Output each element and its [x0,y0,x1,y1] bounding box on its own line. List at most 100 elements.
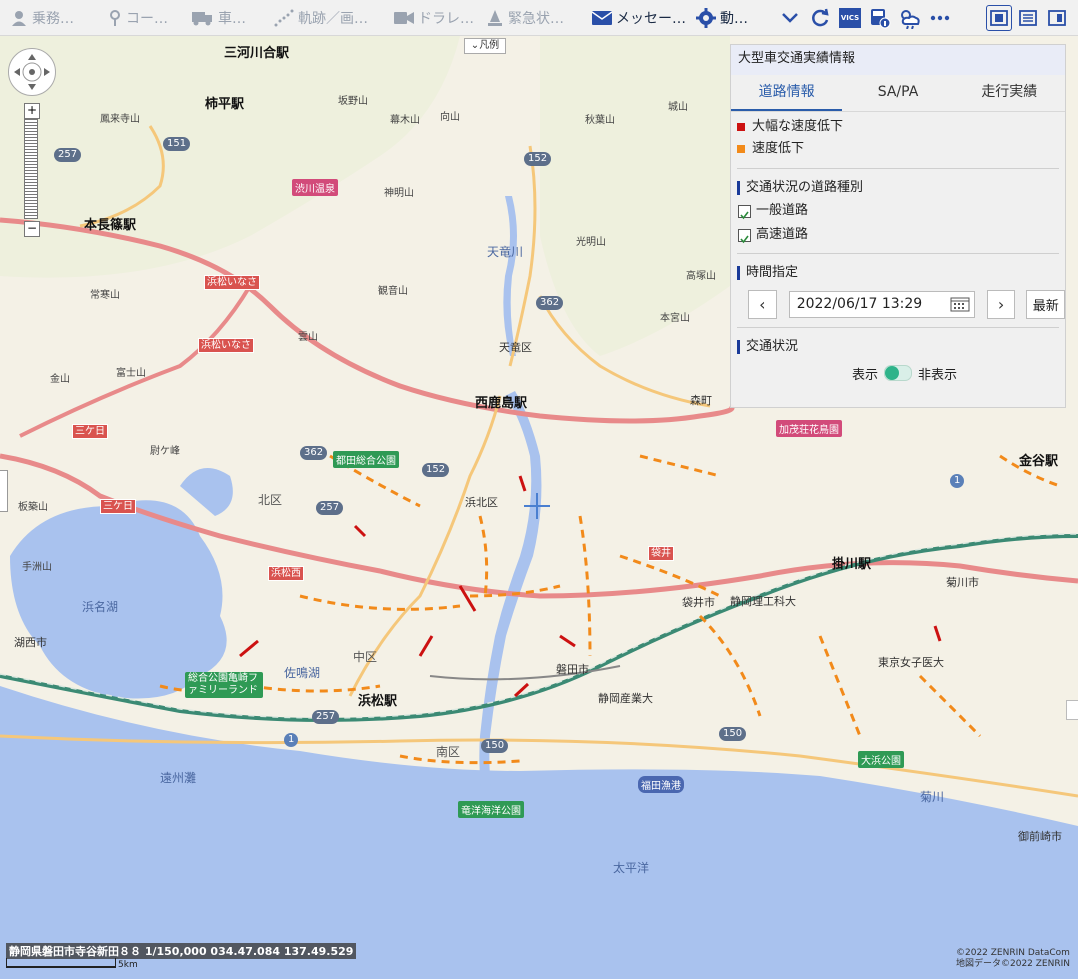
checkbox-expressway[interactable]: 高速道路 [731,223,1065,247]
toolbar-message[interactable]: メッセー… [592,0,686,36]
place-label: 袋井市 [682,596,715,609]
time-controls: ‹ 2022/06/17 13:29 › 最新 [731,287,1066,321]
crosshair-icon [524,493,550,519]
gear-icon [696,8,716,28]
legend-button-label: 凡例 [479,40,500,51]
mountain-label: 神明山 [384,188,414,199]
tab-road-info[interactable]: 道路情報 [731,75,843,111]
checkbox[interactable] [738,204,751,219]
toggle-off-label: 非表示 [917,367,957,383]
water-label: 浜名湖 [82,600,119,614]
calendar-icon[interactable] [950,296,970,312]
toolbar-course[interactable]: コー… [108,0,168,36]
layout-center-icon[interactable] [986,5,1012,31]
copyright: ©2022 ZENRIN DataCom 地図データ©2022 ZENRIN [956,948,1070,970]
facility-label: 竜洋海洋公園 [458,801,524,818]
left-panel-handle[interactable] [0,470,8,512]
vics-icon[interactable]: VICS [838,6,862,30]
water-label: 佐鳴湖 [284,666,321,680]
route-badge: 150 [719,727,747,741]
toolbar-crew[interactable]: 乗務… [10,0,74,36]
video-icon [394,12,414,24]
track-icon [274,9,294,27]
route-badge: 257 [316,501,344,515]
legend-label: 速度低下 [752,141,805,156]
university-label: 静岡産業大 [598,692,653,705]
person-icon [12,11,26,26]
pan-control[interactable] [8,48,56,96]
layout-list-icon[interactable] [1016,6,1040,30]
toolbar-settings[interactable]: 動… [696,0,748,36]
chevron-down-icon: ⌄ [470,40,480,51]
congestion-heavy [239,475,942,698]
traffic-toggle[interactable] [883,365,912,381]
route-badge: 257 [54,148,82,162]
prev-time-button[interactable]: ‹ [748,289,777,319]
place-label: 磐田市 [556,663,589,676]
zoom-in-button[interactable]: + [24,103,40,119]
toolbar-dashcam[interactable]: ドラレ… [394,0,474,36]
traffic-toggle-row: 表示 非表示 [731,358,1065,388]
check-icon [740,211,749,219]
route-badge: 151 [163,137,191,151]
more-icon[interactable] [928,6,952,30]
next-time-button[interactable]: › [986,289,1016,319]
place-label: 手洲山 [22,562,52,573]
mountain-label: 幕木山 [390,115,420,126]
copyright-line: ©2022 ZENRIN DataCom [956,948,1070,958]
place-label: 板築山 [18,502,48,513]
sea-area [0,686,1078,979]
mountain-label: 坂野山 [338,96,368,107]
zoom-slider[interactable] [24,119,38,219]
facility-label: 渋川温泉 [292,179,338,196]
tab-driving-record[interactable]: 走行実績 [954,75,1065,111]
checkbox-label: 一般道路 [756,203,809,218]
toolbar-track[interactable]: 軌跡／画… [274,0,368,36]
station-label: 柿平駅 [205,97,245,112]
traffic-panel: 大型車交通実績情報 道路情報 SA/PA 走行実績 大幅な速度低下 速度低下 交… [730,44,1066,408]
heading-text: 交通状況 [746,339,799,354]
route-badge: 152 [524,152,552,166]
datetime-value: 2022/06/17 13:29 [796,296,923,312]
heavy-swatch [737,123,745,131]
mountain-label: 秋葉山 [585,115,615,126]
station-label: 西鹿島駅 [475,396,528,411]
ic-label: 浜松西 [268,566,304,581]
ic-label: 三ケ日 [100,499,136,514]
zoom-out-button[interactable]: − [24,221,40,237]
mountain-label: 高塚山 [686,271,716,282]
truck-icon [192,12,212,26]
weather-icon[interactable] [898,6,922,30]
route-badge: 152 [422,463,450,477]
checkbox-general-road[interactable]: 一般道路 [731,199,1065,223]
toggle-knob [884,366,899,380]
water-label: 太平洋 [613,861,650,875]
legend-button[interactable]: ⌄凡例 [464,38,506,54]
tab-sapa[interactable]: SA/PA [842,75,953,111]
truck-info-icon[interactable] [868,6,892,30]
checkbox[interactable] [738,228,751,243]
right-edge-tab[interactable] [1066,700,1078,720]
district-label: 天竜区 [499,341,532,354]
mountain-label: 尉ケ峰 [150,446,180,457]
toolbar-label: 乗務… [32,11,74,27]
station-label: 浜松駅 [358,694,398,709]
latest-button[interactable]: 最新 [1026,289,1066,319]
chevron-right-icon: › [997,294,1005,314]
chevron-down-icon[interactable] [778,6,802,30]
legend-label: 大幅な速度低下 [752,119,844,134]
toolbar-emergency[interactable]: 緊急状… [486,0,564,36]
route-badge: 362 [536,296,564,310]
layout-split-icon[interactable] [1045,6,1069,30]
route-badge: 362 [300,446,328,460]
toolbar-label: コー… [126,11,168,27]
datetime-input[interactable]: 2022/06/17 13:29 [788,290,975,318]
congestion-moderate [159,454,1061,765]
ic-label: 浜松いなさ [198,338,254,353]
refresh-icon[interactable] [808,6,832,30]
district-label: 北区 [258,493,283,507]
toolbar-vehicle[interactable]: 車… [192,0,246,36]
facility-label: 都田総合公園 [333,451,399,468]
mail-icon [592,11,612,25]
scale-label: 5km [118,960,138,970]
